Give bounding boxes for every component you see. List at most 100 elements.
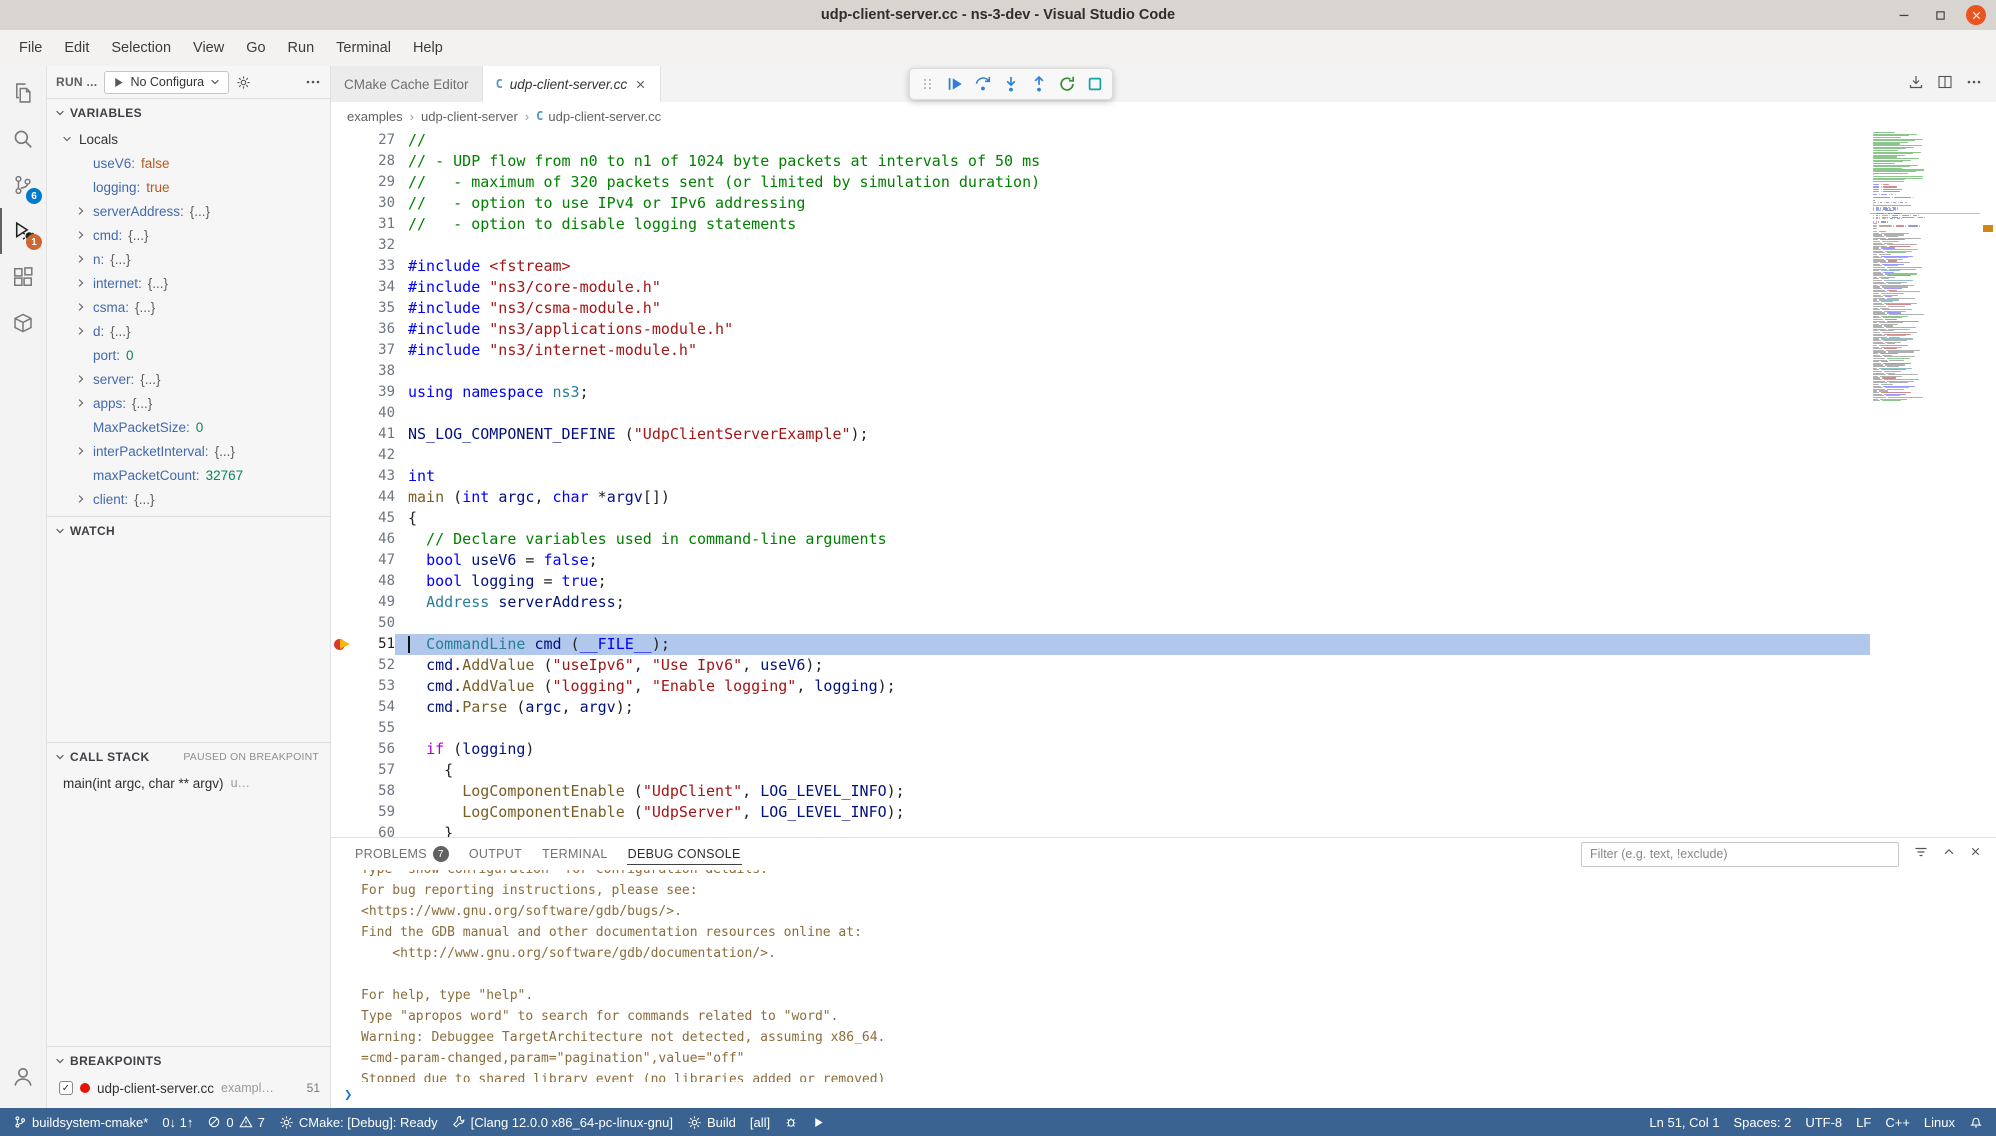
- code-line-48[interactable]: 48 bool logging = true;: [331, 571, 1870, 592]
- code-line-37[interactable]: 37#include "ns3/internet-module.h": [331, 340, 1870, 361]
- breakpoint-gutter[interactable]: [331, 697, 357, 718]
- step-out-button[interactable]: [1026, 70, 1052, 98]
- variable-interPacketInterval[interactable]: interPacketInterval:{...}: [47, 439, 330, 463]
- status-encoding[interactable]: UTF-8: [1798, 1108, 1849, 1136]
- tab-cmake-cache-editor[interactable]: CMake Cache Editor: [331, 66, 483, 102]
- variable-d[interactable]: d:{...}: [47, 319, 330, 343]
- variable-cmd[interactable]: cmd:{...}: [47, 223, 330, 247]
- status-cmake-run[interactable]: [805, 1108, 832, 1136]
- status-cmake-status[interactable]: CMake: [Debug]: Ready: [272, 1108, 445, 1136]
- menu-run[interactable]: Run: [277, 35, 326, 61]
- breakpoint-gutter[interactable]: [331, 214, 357, 235]
- stop-button[interactable]: [1082, 70, 1108, 98]
- breakpoint-gutter[interactable]: [331, 508, 357, 529]
- breakpoint-gutter[interactable]: [331, 130, 357, 151]
- code-line-33[interactable]: 33#include <fstream>: [331, 256, 1870, 277]
- breakpoint-gutter[interactable]: [331, 424, 357, 445]
- breakpoint-gutter[interactable]: [331, 718, 357, 739]
- menu-help[interactable]: Help: [402, 35, 454, 61]
- drag-handle-button[interactable]: [914, 70, 940, 98]
- breakpoint-gutter[interactable]: [331, 592, 357, 613]
- menu-terminal[interactable]: Terminal: [325, 35, 402, 61]
- panel-tab-debug-console[interactable]: DEBUG CONSOLE: [618, 838, 751, 870]
- activity-item-source-control[interactable]: 6: [0, 162, 46, 208]
- code-line-42[interactable]: 42: [331, 445, 1870, 466]
- breakpoint-gutter[interactable]: [331, 739, 357, 760]
- menu-view[interactable]: View: [182, 35, 235, 61]
- variable-MaxPacketSize[interactable]: MaxPacketSize:0: [47, 415, 330, 439]
- activity-item-run-and-debug[interactable]: 1: [0, 208, 46, 254]
- menu-selection[interactable]: Selection: [100, 35, 182, 61]
- code-line-40[interactable]: 40: [331, 403, 1870, 424]
- breakpoint-gutter[interactable]: [331, 382, 357, 403]
- breakpoint-gutter[interactable]: [331, 151, 357, 172]
- close-panel-button[interactable]: [1969, 845, 1982, 863]
- minimap[interactable]: [1870, 132, 1980, 402]
- breakpoint-gutter[interactable]: [331, 550, 357, 571]
- breakpoint-gutter[interactable]: [331, 613, 357, 634]
- breakpoint-gutter[interactable]: [331, 781, 357, 802]
- status-cmake-kit[interactable]: [Clang 12.0.0 x86_64-pc-linux-gnu]: [445, 1108, 680, 1136]
- code-line-43[interactable]: 43int: [331, 466, 1870, 487]
- tab-udp-client-server[interactable]: C udp-client-server.cc: [483, 66, 662, 102]
- watch-pane-header[interactable]: WATCH: [47, 517, 330, 545]
- code-line-32[interactable]: 32: [331, 235, 1870, 256]
- breakpoint-gutter[interactable]: [331, 466, 357, 487]
- step-over-button[interactable]: [970, 70, 996, 98]
- menu-file[interactable]: File: [8, 35, 53, 61]
- activity-item-extensions[interactable]: [0, 254, 46, 300]
- stack-frame[interactable]: main(int argc, char ** argv) u…: [47, 771, 330, 795]
- code-line-39[interactable]: 39using namespace ns3;: [331, 382, 1870, 403]
- panel-tab-terminal[interactable]: TERMINAL: [532, 838, 618, 870]
- activity-item-cmake[interactable]: [0, 300, 46, 346]
- download-button[interactable]: [1908, 74, 1924, 95]
- minimize-button[interactable]: [1894, 5, 1914, 25]
- code-line-59[interactable]: 59 LogComponentEnable ("UdpServer", LOG_…: [331, 802, 1870, 823]
- code-line-41[interactable]: 41NS_LOG_COMPONENT_DEFINE ("UdpClientSer…: [331, 424, 1870, 445]
- maximize-panel-button[interactable]: [1942, 845, 1956, 864]
- code-line-46[interactable]: 46 // Declare variables used in command-…: [331, 529, 1870, 550]
- status-git-branch[interactable]: buildsystem-cmake*: [6, 1108, 155, 1136]
- status-cmake-target[interactable]: [all]: [743, 1108, 777, 1136]
- variable-apps[interactable]: apps:{...}: [47, 391, 330, 415]
- variable-server[interactable]: server:{...}: [47, 367, 330, 391]
- status-eol[interactable]: LF: [1849, 1108, 1878, 1136]
- code-line-50[interactable]: 50: [331, 613, 1870, 634]
- variable-client[interactable]: client:{...}: [47, 487, 330, 511]
- status-indentation[interactable]: Spaces: 2: [1727, 1108, 1799, 1136]
- activity-item-explorer[interactable]: [0, 70, 46, 116]
- split-editor-button[interactable]: [1937, 74, 1953, 95]
- status-cursor-position[interactable]: Ln 51, Col 1: [1642, 1108, 1726, 1136]
- overview-ruler[interactable]: [1980, 130, 1996, 837]
- status-notifications[interactable]: [1962, 1108, 1990, 1136]
- breakpoint-gutter[interactable]: [331, 256, 357, 277]
- code-line-52[interactable]: 52 cmd.AddValue ("useIpv6", "Use Ipv6", …: [331, 655, 1870, 676]
- code-line-29[interactable]: 29// - maximum of 320 packets sent (or l…: [331, 172, 1870, 193]
- code-line-27[interactable]: 27//: [331, 130, 1870, 151]
- call-stack-pane-header[interactable]: CALL STACK PAUSED ON BREAKPOINT: [47, 743, 330, 771]
- breakpoint-checkbox[interactable]: ✓: [59, 1081, 73, 1095]
- activity-item-search[interactable]: [0, 116, 46, 162]
- breakpoint-item[interactable]: ✓ udp-client-server.cc exampl… 51: [47, 1075, 330, 1101]
- menu-edit[interactable]: Edit: [53, 35, 100, 61]
- code-line-28[interactable]: 28// - UDP flow from n0 to n1 of 1024 by…: [331, 151, 1870, 172]
- code-line-34[interactable]: 34#include "ns3/core-module.h": [331, 277, 1870, 298]
- breakpoint-gutter[interactable]: [331, 340, 357, 361]
- breakpoint-gutter[interactable]: [331, 802, 357, 823]
- code-line-47[interactable]: 47 bool useV6 = false;: [331, 550, 1870, 571]
- breakpoint-gutter[interactable]: [331, 571, 357, 592]
- close-button[interactable]: [1966, 5, 1986, 25]
- console-filter-input[interactable]: [1581, 842, 1899, 867]
- more-actions-button[interactable]: [1966, 74, 1982, 95]
- variable-useV6[interactable]: useV6:false: [47, 151, 330, 175]
- breakpoint-gutter[interactable]: [331, 403, 357, 424]
- breakpoint-gutter[interactable]: [331, 823, 357, 837]
- breakpoint-gutter[interactable]: [331, 634, 357, 655]
- breakpoints-pane-header[interactable]: BREAKPOINTS: [47, 1047, 330, 1075]
- variable-n[interactable]: n:{...}: [47, 247, 330, 271]
- variables-scope-locals[interactable]: Locals: [47, 127, 330, 151]
- breakpoint-gutter[interactable]: [331, 277, 357, 298]
- breakpoint-gutter[interactable]: [331, 298, 357, 319]
- code-line-51[interactable]: 51 CommandLine cmd (__FILE__);: [331, 634, 1870, 655]
- panel-tab-problems[interactable]: PROBLEMS7: [345, 838, 459, 870]
